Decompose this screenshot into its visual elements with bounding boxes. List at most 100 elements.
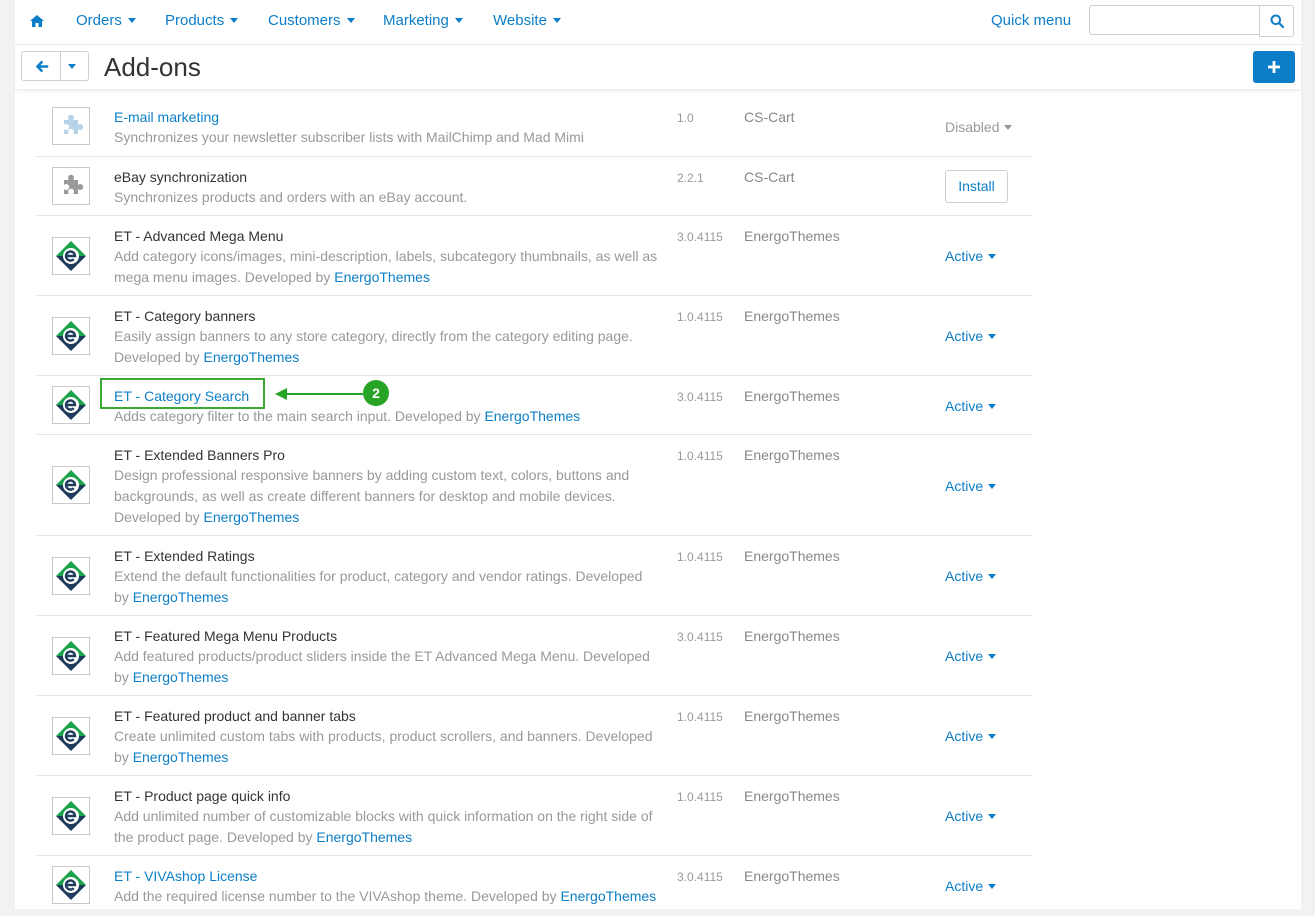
back-button[interactable] <box>21 51 61 81</box>
chevron-down-icon <box>552 17 561 23</box>
page-title: Add-ons <box>104 52 201 82</box>
addon-description: Add category icons/images, mini-descript… <box>114 248 658 285</box>
back-history-dropdown[interactable] <box>61 51 89 81</box>
addon-status-dropdown[interactable]: Active <box>945 647 997 665</box>
add-addon-button[interactable] <box>1253 51 1295 83</box>
addon-status-dropdown[interactable]: Active <box>945 477 997 495</box>
search-button[interactable] <box>1259 5 1294 37</box>
developer-link[interactable]: EnergoThemes <box>133 669 229 685</box>
addon-status-dropdown[interactable]: Active <box>945 397 997 415</box>
addon-name: ET - Advanced Mega Menu <box>114 228 284 244</box>
addon-description: Design professional responsive banners b… <box>114 467 630 525</box>
quick-menu-link[interactable]: Quick menu <box>991 12 1071 30</box>
addon-row: ET - Product page quick info Add unlimit… <box>36 776 1032 856</box>
energothemes-logo-icon <box>52 466 90 504</box>
addon-name-link[interactable]: ET - VIVAshop License <box>114 867 257 885</box>
chevron-down-icon <box>988 483 997 489</box>
energothemes-logo-icon <box>52 797 90 835</box>
addon-version: 2.2.1 <box>677 171 704 185</box>
developer-link[interactable]: EnergoThemes <box>204 349 300 365</box>
developer-link[interactable]: EnergoThemes <box>204 509 300 525</box>
chevron-down-icon <box>346 17 355 23</box>
nav-website[interactable]: Website <box>493 12 561 30</box>
addon-description: Create unlimited custom tabs with produc… <box>114 728 653 765</box>
addon-description: Easily assign banners to any store categ… <box>114 328 633 365</box>
chevron-down-icon <box>230 17 239 23</box>
chevron-down-icon <box>988 403 997 409</box>
addons-list: E-mail marketing Synchronizes your newsl… <box>36 97 1032 916</box>
developer-link[interactable]: EnergoThemes <box>334 269 430 285</box>
addon-row: E-mail marketing Synchronizes your newsl… <box>36 97 1032 157</box>
annotation-step-badge: 2 <box>363 380 389 406</box>
energothemes-logo-icon <box>52 317 90 355</box>
addon-description: Add featured products/product sliders in… <box>114 648 650 685</box>
puzzle-piece-icon <box>52 107 90 145</box>
addon-vendor: EnergoThemes <box>744 788 840 804</box>
addon-row: ET - Featured Mega Menu Products Add fea… <box>36 616 1032 696</box>
addon-version: 3.0.4115 <box>677 390 723 404</box>
addon-vendor: CS-Cart <box>744 109 795 125</box>
addon-status-dropdown[interactable]: Active <box>945 807 997 825</box>
annotation-arrow-icon <box>275 388 363 400</box>
energothemes-logo-icon <box>52 237 90 275</box>
title-bar: Add-ons <box>15 45 1301 89</box>
chevron-down-icon <box>988 733 997 739</box>
addon-name: ET - Featured Mega Menu Products <box>114 628 338 644</box>
nav-marketing[interactable]: Marketing <box>383 12 463 30</box>
addon-status-dropdown[interactable]: Active <box>945 327 997 345</box>
energothemes-logo-icon <box>52 386 90 424</box>
chevron-down-icon <box>988 653 997 659</box>
addon-status-dropdown[interactable]: Active <box>945 247 997 265</box>
developer-link[interactable]: EnergoThemes <box>133 589 229 605</box>
addon-row: ET - VIVAshop License Add the required l… <box>36 856 1032 916</box>
addon-status-dropdown[interactable]: Disabled <box>945 118 1013 136</box>
top-navigation: Orders Products Customers Marketing Webs… <box>15 0 1301 45</box>
addon-row: ET - Featured product and banner tabs Cr… <box>36 696 1032 776</box>
addon-vendor: EnergoThemes <box>744 868 840 884</box>
chevron-down-icon <box>988 883 997 889</box>
chevron-down-icon <box>1004 124 1013 130</box>
chevron-down-icon <box>454 17 463 23</box>
addon-status-dropdown[interactable]: Active <box>945 727 997 745</box>
home-icon[interactable] <box>29 13 45 29</box>
addon-name: ET - Product page quick info <box>114 788 291 804</box>
search-input[interactable] <box>1089 5 1259 35</box>
developer-link[interactable]: EnergoThemes <box>316 829 412 845</box>
developer-link[interactable]: EnergoThemes <box>484 408 580 424</box>
addon-description: Synchronizes your newsletter subscriber … <box>114 129 584 145</box>
install-button[interactable]: Install <box>945 170 1008 203</box>
addon-description: Adds category filter to the main search … <box>114 408 581 424</box>
addon-vendor: EnergoThemes <box>744 548 840 564</box>
addon-name-link[interactable]: E-mail marketing <box>114 108 219 126</box>
plus-icon <box>1268 61 1280 73</box>
addon-vendor: EnergoThemes <box>744 228 840 244</box>
addon-vendor: EnergoThemes <box>744 308 840 324</box>
developer-link[interactable]: EnergoThemes <box>133 749 229 765</box>
developer-link[interactable]: EnergoThemes <box>560 888 656 904</box>
addon-status-dropdown[interactable]: Active <box>945 567 997 585</box>
nav-customers[interactable]: Customers <box>268 12 355 30</box>
addon-version: 3.0.4115 <box>677 230 723 244</box>
chevron-down-icon <box>68 64 76 69</box>
energothemes-logo-icon <box>52 717 90 755</box>
addon-vendor: EnergoThemes <box>744 708 840 724</box>
addon-version: 1.0.4115 <box>677 710 723 724</box>
energothemes-logo-icon <box>52 557 90 595</box>
chevron-down-icon <box>988 573 997 579</box>
addon-name: eBay synchronization <box>114 169 248 185</box>
addon-row: eBay synchronization Synchronizes produc… <box>36 157 1032 216</box>
addon-status-dropdown[interactable]: Active <box>945 877 997 895</box>
addon-row: ET - Advanced Mega Menu Add category ico… <box>36 216 1032 296</box>
energothemes-logo-icon <box>52 637 90 675</box>
addon-description: Add unlimited number of customizable blo… <box>114 808 653 845</box>
addon-vendor: EnergoThemes <box>744 388 840 404</box>
nav-orders[interactable]: Orders <box>76 12 136 30</box>
energothemes-logo-icon <box>52 866 90 904</box>
addon-version: 1.0.4115 <box>677 550 723 564</box>
nav-products[interactable]: Products <box>165 12 239 30</box>
chevron-down-icon <box>988 813 997 819</box>
addon-version: 1.0.4115 <box>677 310 723 324</box>
annotation-highlight-box <box>100 378 265 409</box>
puzzle-piece-icon <box>52 167 90 205</box>
addon-vendor: CS-Cart <box>744 169 795 185</box>
